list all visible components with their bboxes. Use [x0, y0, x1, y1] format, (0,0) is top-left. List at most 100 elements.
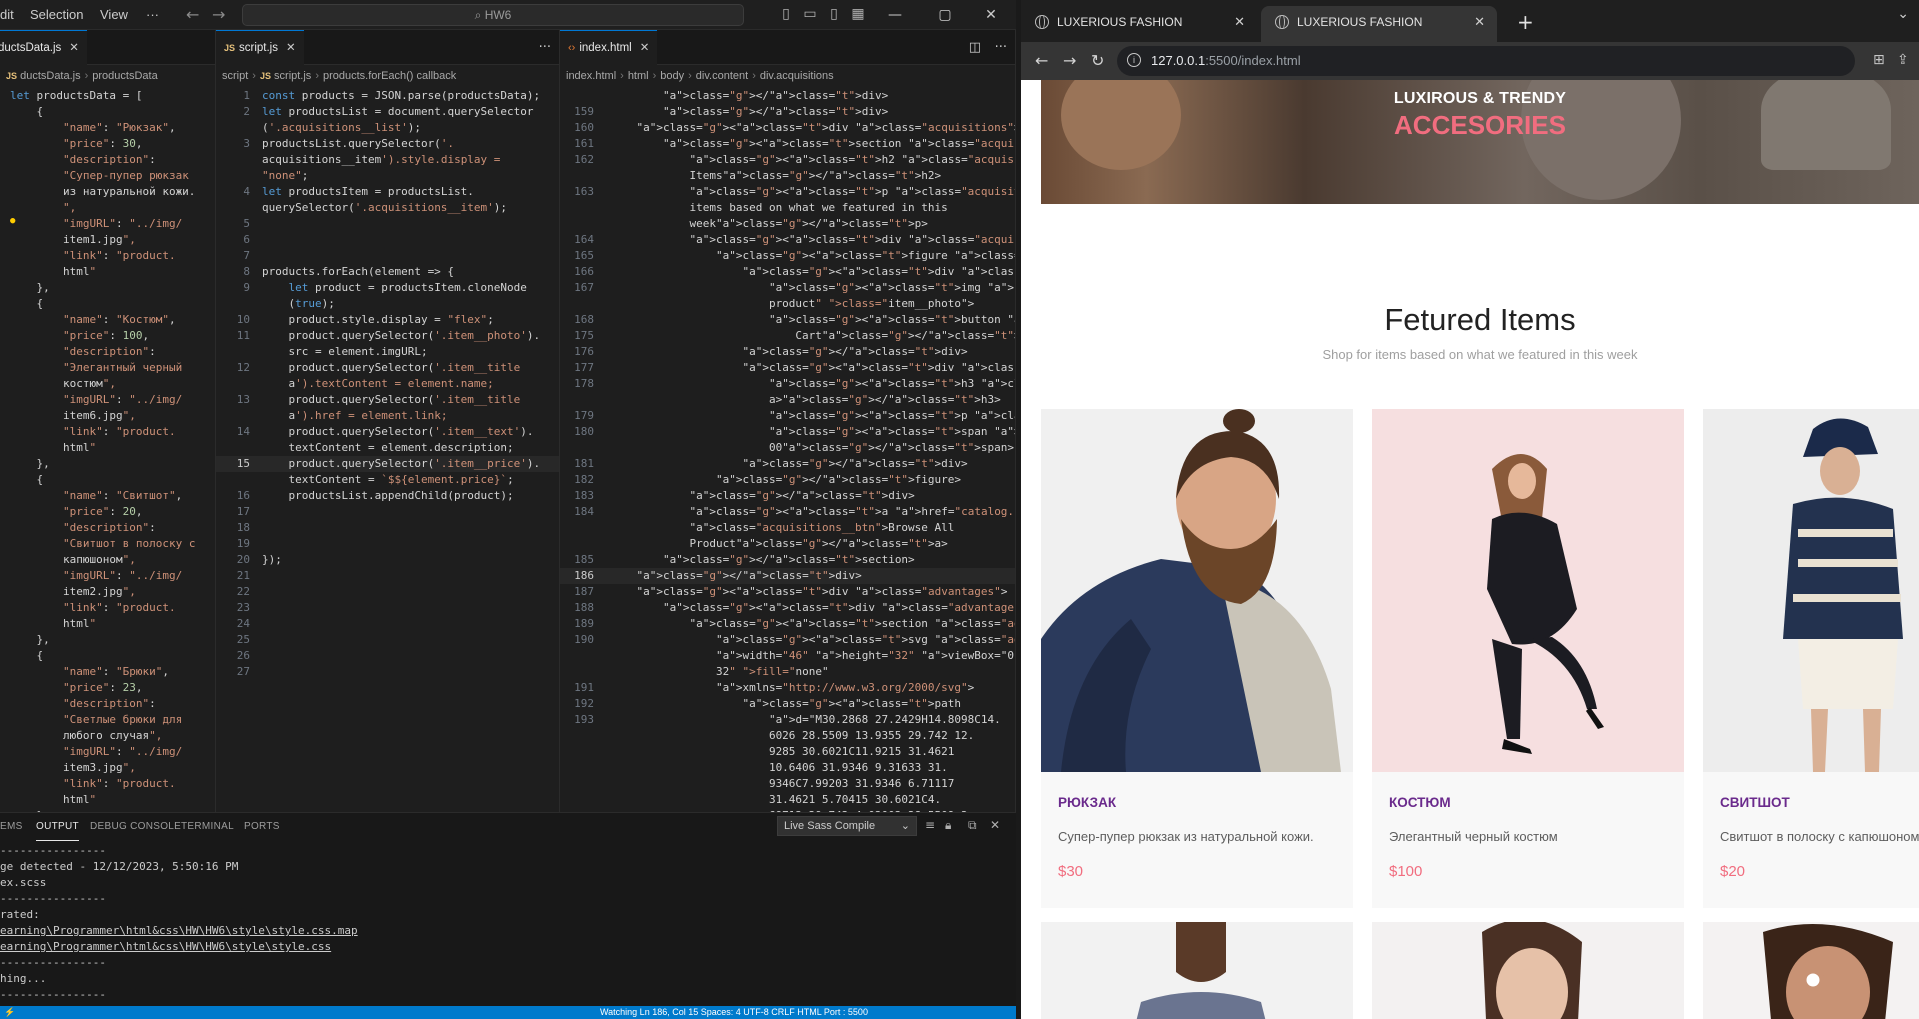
code-line[interactable]: "price": 30, [0, 136, 215, 152]
code-line[interactable]: Items"a">class="g"></"a">class="t">h2> [560, 168, 1015, 184]
translate-icon[interactable]: ⊞ [1873, 52, 1885, 68]
code-line[interactable]: "a">class="acquisitions__btn">Browse All [560, 520, 1015, 536]
code-line[interactable]: 25 [216, 632, 559, 648]
code-line[interactable]: 1 const products = JSON.parse(productsDat… [216, 88, 559, 104]
breadcrumb-body[interactable]: body [660, 70, 684, 82]
breadcrumb-file[interactable]: script.js [274, 70, 311, 82]
code-line[interactable]: }, [0, 456, 215, 472]
code-line[interactable]: 5 [216, 216, 559, 232]
code-line[interactable]: 00"a">class="g"></"a">class="t">span> [560, 440, 1015, 456]
output-channel-select[interactable]: Live Sass Compile ⌄ [777, 816, 917, 836]
close-icon[interactable]: ✕ [640, 42, 650, 54]
product-title[interactable]: РЮКЗАК [1058, 795, 1116, 810]
tab-script[interactable]: JS script.js ✕ [216, 30, 304, 65]
code-line[interactable]: 168 "a">class="g"><"a">class="t">button … [560, 312, 1015, 328]
code-line[interactable]: 166 "a">class="g"><"a">class="t">div "a"… [560, 264, 1015, 280]
code-line[interactable]: 10.6406 31.9346 9.31633 31. [560, 760, 1015, 776]
close-window-icon[interactable]: ✕ [976, 0, 1006, 30]
code-line[interactable]: 159 "a">class="g"></"a">class="t">div> [560, 104, 1015, 120]
lock-icon[interactable]: 🔒︎ [945, 818, 951, 833]
code-line[interactable]: 192 "a">class="g"><"a">class="t">path [560, 696, 1015, 712]
address-bar[interactable]: i 127.0.0.1:5500/index.html [1117, 46, 1855, 76]
code-line[interactable]: 11 product.querySelector('.item__photo')… [216, 328, 559, 344]
code-line[interactable]: "Свитшот в полоску с [0, 536, 215, 552]
code-line[interactable]: "imgURL": "../img/ [0, 392, 215, 408]
code-line[interactable]: 16 productsList.appendChild(product); [216, 488, 559, 504]
code-line[interactable]: (true); [216, 296, 559, 312]
code-line[interactable]: product" ">class="item__photo"> [560, 296, 1015, 312]
code-line[interactable]: "description": [0, 152, 215, 168]
code-line[interactable]: 193 "a">d="M30.2868 27.2429H14.8098C14. [560, 712, 1015, 728]
code-line[interactable]: a').textContent = element.name; [216, 376, 559, 392]
split-editor-icon[interactable]: ◫ [969, 30, 981, 65]
close-tab-icon[interactable]: ✕ [1474, 6, 1485, 38]
code-line[interactable]: костюм", [0, 376, 215, 392]
product-card[interactable] [1703, 922, 1919, 1019]
close-panel-icon[interactable]: ✕ [990, 818, 1000, 832]
code-line[interactable]: 184 "a">class="g"><"a">class="t">a "a">h… [560, 504, 1015, 520]
code-line[interactable]: Product"a">class="g"></"a">class="t">a> [560, 536, 1015, 552]
code-line[interactable]: "link": "product. [0, 600, 215, 616]
toggle-secondary-sidebar-icon[interactable]: ▯ [826, 6, 842, 22]
forward-icon[interactable]: → [1063, 42, 1076, 80]
code-line[interactable]: 2 let productsList = document.querySelect… [216, 104, 559, 120]
code-line[interactable]: 9285 30.6021C11.9215 31.4621 [560, 744, 1015, 760]
code-line[interactable]: "link": "product. [0, 424, 215, 440]
code-line[interactable]: "link": "product. [0, 776, 215, 792]
code-line[interactable]: src = element.imgURL; [216, 344, 559, 360]
code-line[interactable]: "price": 20, [0, 504, 215, 520]
code-line[interactable]: 4 let productsItem = productsList. [216, 184, 559, 200]
code-line[interactable]: "Супер-пупер рюкзак [0, 168, 215, 184]
code-line[interactable]: let productsData = [ [0, 88, 215, 104]
code-line[interactable]: 8 products.forEach(element => { [216, 264, 559, 280]
code-line[interactable]: 175 Cart"a">class="g"></"a">class="t">bu… [560, 328, 1015, 344]
code-line[interactable]: "price": 23, [0, 680, 215, 696]
code-line[interactable]: html" [0, 264, 215, 280]
more-actions-icon[interactable]: ··· [995, 30, 1007, 65]
code-line[interactable]: 15 product.querySelector('.item__price')… [216, 456, 559, 472]
remote-icon[interactable]: ⚡ [4, 1006, 15, 1019]
breadcrumb-div-acquisitions[interactable]: div.acquisitions [760, 70, 834, 82]
code-line[interactable]: html" [0, 792, 215, 808]
code-line[interactable]: 27 [216, 664, 559, 680]
code-area[interactable]: "a">class="g"></"a">class="t">div> 159 "a… [560, 88, 1015, 812]
code-line[interactable]: item1.jpg", [0, 232, 215, 248]
command-center-search[interactable]: ⌕ HW6 [242, 4, 744, 26]
code-line[interactable]: "link": "product. [0, 248, 215, 264]
code-line[interactable]: капюшоном", [0, 552, 215, 568]
code-line[interactable]: 185 "a">class="g"></"a">class="t">sectio… [560, 552, 1015, 568]
code-line[interactable]: 26 [216, 648, 559, 664]
new-tab-icon[interactable]: + [1517, 8, 1534, 36]
tab-products-data[interactable]: ductsData.js ✕ [0, 30, 87, 65]
code-line[interactable]: "description": [0, 696, 215, 712]
close-icon[interactable]: ✕ [286, 42, 296, 54]
tab-search-chevron-icon[interactable]: ⌄ [1897, 0, 1909, 28]
back-icon[interactable]: ← [1035, 42, 1048, 80]
breadcrumb-symbol[interactable]: products.forEach() callback [323, 70, 456, 82]
code-line[interactable]: 19 [216, 536, 559, 552]
code-line[interactable]: 24 [216, 616, 559, 632]
lightbulb-icon[interactable]: ● [10, 216, 15, 226]
code-line[interactable]: 31.4621 5.70415 30.6021C4. [560, 792, 1015, 808]
code-line[interactable]: любого случая", [0, 728, 215, 744]
code-line[interactable]: 183 "a">class="g"></"a">class="t">div> [560, 488, 1015, 504]
code-line[interactable]: 176 "a">class="g"></"a">class="t">div> [560, 344, 1015, 360]
breadcrumb-folder[interactable]: script [222, 70, 248, 82]
forward-arrow-icon[interactable]: → [212, 0, 225, 30]
code-line[interactable]: html" [0, 616, 215, 632]
tab-debug-console[interactable]: DEBUG CONSOLE [90, 813, 181, 841]
code-line[interactable]: item3.jpg", [0, 760, 215, 776]
code-line[interactable]: "name": "Костюм", [0, 312, 215, 328]
code-line[interactable]: 181 "a">class="g"></"a">class="t">div> [560, 456, 1015, 472]
code-line[interactable]: 22 [216, 584, 559, 600]
browser-tab-1[interactable]: LUXERIOUS FASHION ✕ [1021, 6, 1257, 42]
code-line[interactable]: "imgURL": "../img/ [0, 568, 215, 584]
code-line[interactable]: items based on what we featured in this [560, 200, 1015, 216]
breadcrumb-file[interactable]: ductsData.js [20, 70, 81, 82]
toggle-sidebar-icon[interactable]: ▯ [778, 6, 794, 22]
share-icon[interactable]: ⇪ [1897, 52, 1909, 68]
product-card[interactable] [1372, 922, 1684, 1019]
code-line[interactable]: 177 "a">class="g"><"a">class="t">div "a"… [560, 360, 1015, 376]
code-line[interactable]: ", [0, 200, 215, 216]
code-line[interactable]: 188 "a">class="g"><"a">class="t">div "a"… [560, 600, 1015, 616]
